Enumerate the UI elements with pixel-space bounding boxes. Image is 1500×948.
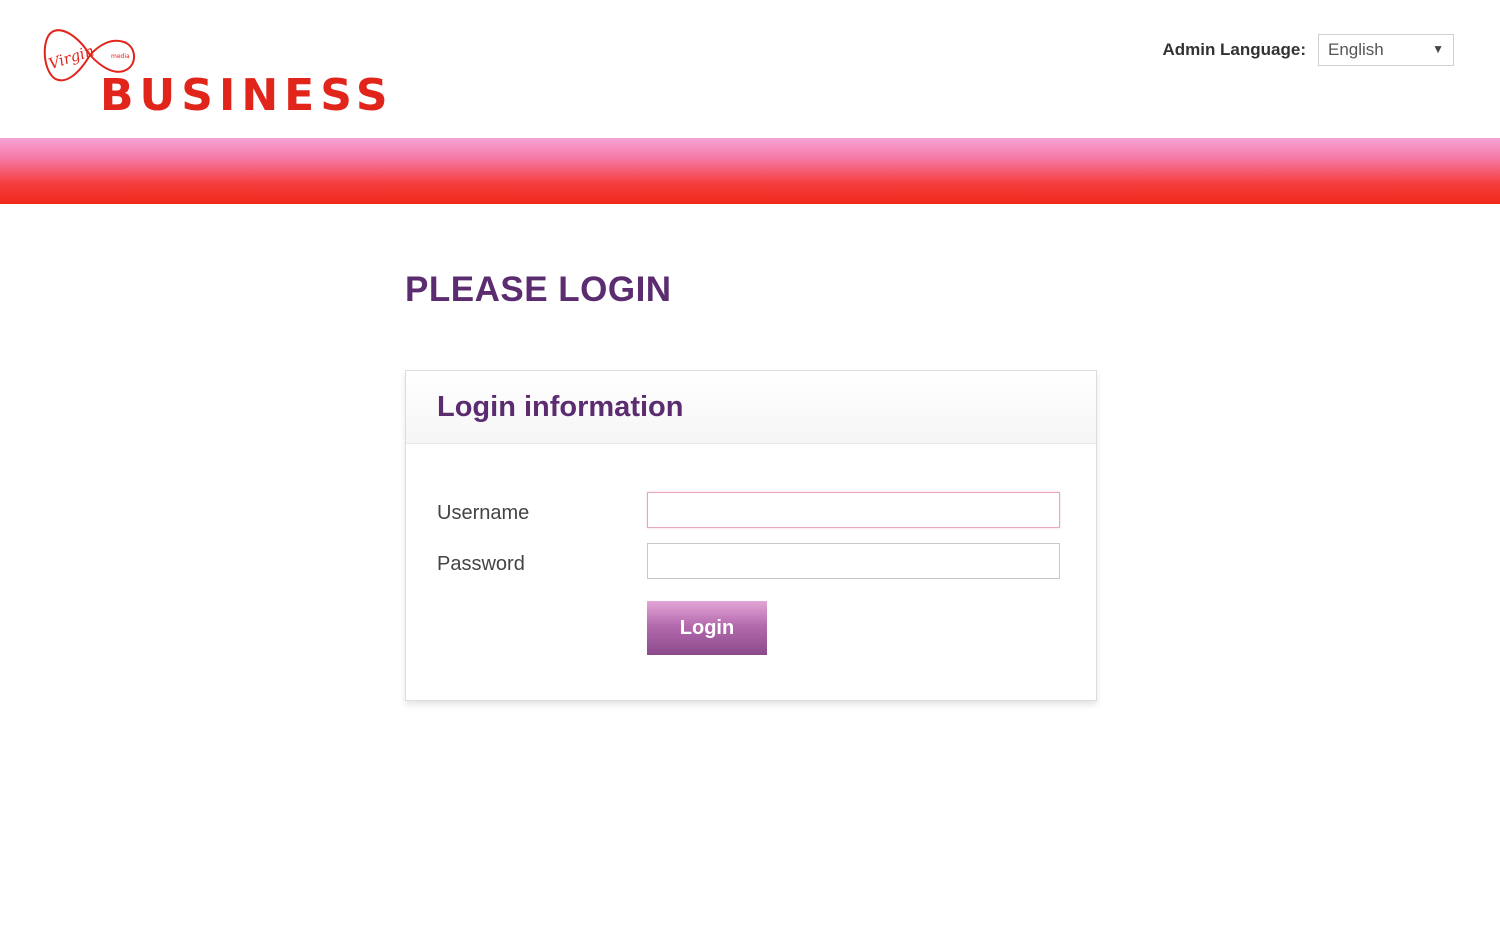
admin-language-value: English bbox=[1328, 40, 1384, 59]
logo-wordmark: BUSINESS bbox=[100, 70, 394, 121]
login-button[interactable]: Login bbox=[647, 601, 767, 655]
admin-language-label: Admin Language: bbox=[1162, 40, 1306, 59]
login-page: Virgin media BUSINESS Admin Language: En… bbox=[0, 0, 1500, 948]
username-input[interactable] bbox=[647, 492, 1060, 528]
username-label: Username bbox=[437, 502, 530, 524]
logo-small-text: media bbox=[111, 53, 130, 60]
password-input[interactable] bbox=[647, 543, 1060, 579]
admin-language-dropdown[interactable]: English ▼ bbox=[1318, 34, 1454, 66]
logo-script-text: Virgin bbox=[46, 42, 96, 74]
page-title: PLEASE LOGIN bbox=[405, 270, 672, 309]
header-gradient-band bbox=[0, 138, 1500, 204]
virgin-media-business-logo: Virgin media BUSINESS bbox=[40, 24, 400, 124]
login-panel-header: Login information bbox=[406, 371, 1096, 444]
triangle-down-icon: ▼ bbox=[1432, 42, 1444, 56]
admin-language-selector: Admin Language: English ▼ bbox=[1162, 34, 1454, 66]
login-panel-title: Login information bbox=[437, 391, 684, 423]
login-panel: Login information Username Password Logi… bbox=[405, 370, 1097, 701]
password-label: Password bbox=[437, 553, 525, 575]
